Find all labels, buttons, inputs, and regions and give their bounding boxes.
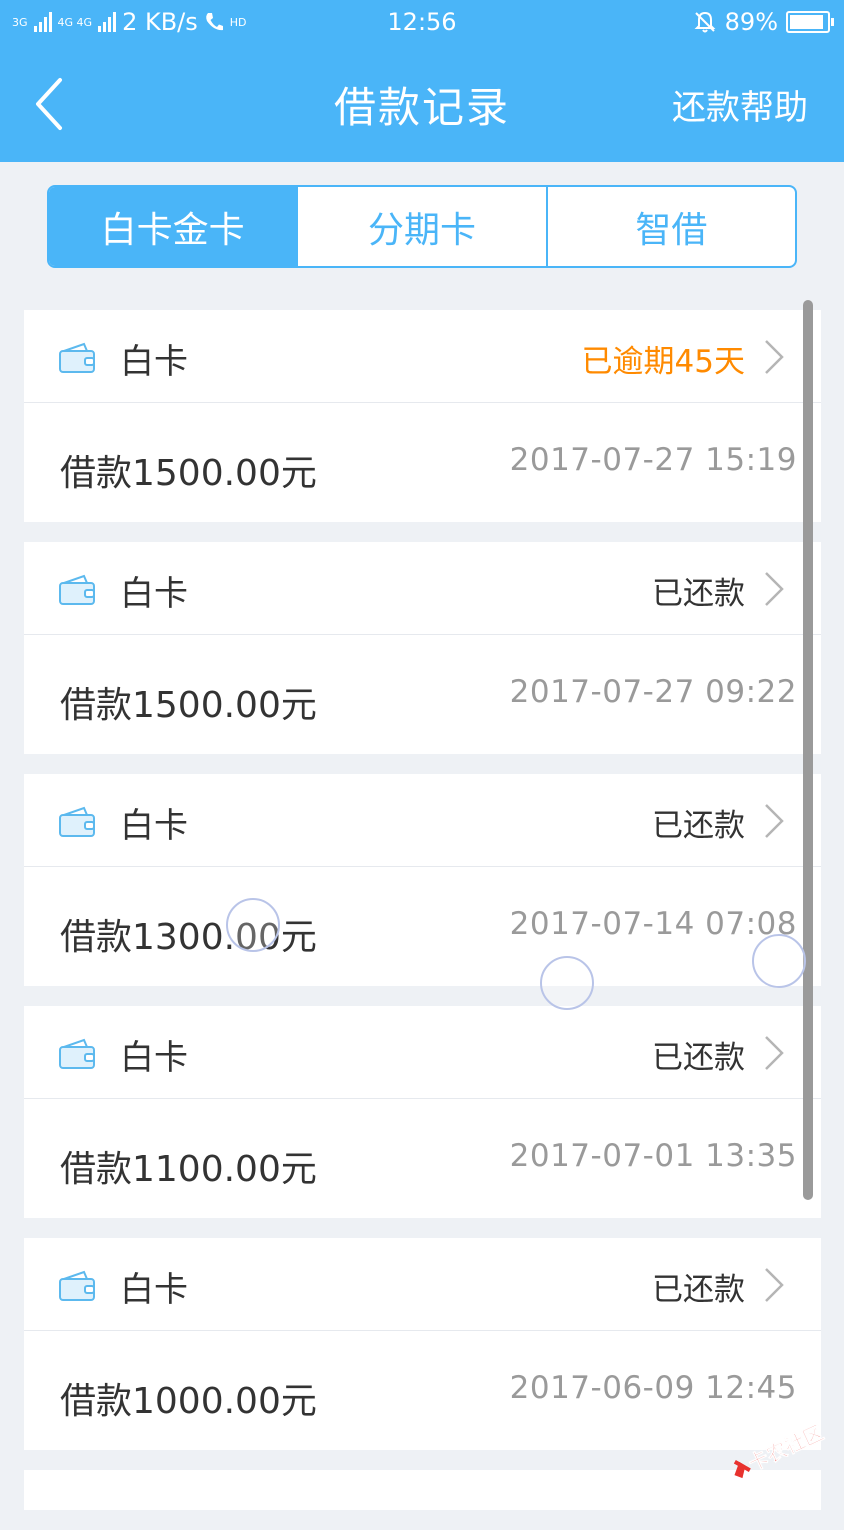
bell-off-icon [694,11,716,33]
loan-record-header: 白卡 已还款 [24,1006,821,1099]
loan-date: 2017-06-09 12:45 [509,1370,797,1406]
status-overdue: 已逾期45天 [581,344,745,380]
chevron-right-icon [765,572,784,606]
wallet-icon [59,574,95,605]
chevron-right-icon [765,1268,784,1302]
loan-date: 2017-07-27 15:19 [509,442,797,478]
card-type-label: 白卡 [120,806,188,846]
loan-record-header: 白卡 已逾期45天 [24,310,821,403]
loan-record-card[interactable]: 白卡 已逾期45天 借款1500.00元 2017-07-27 15:19 [24,310,821,522]
status-repaid: 已还款 [652,808,745,844]
status-right: 89% [693,8,834,36]
card-type-label: 白卡 [120,574,188,614]
status-repaid: 已还款 [652,1272,745,1308]
repayment-help-button[interactable]: 还款帮助 [672,80,808,129]
chevron-right-icon [765,804,784,838]
wallet-icon [59,342,95,373]
card-type-label: 白卡 [120,1038,188,1078]
status-repaid: 已还款 [652,576,745,612]
touch-ripple [226,898,280,952]
status-repaid: 已还款 [652,1040,745,1076]
battery-icon [786,11,834,33]
touch-ripple [752,934,806,988]
loan-amount: 借款1100.00元 [60,1149,317,1190]
loan-record-card[interactable]: 白卡 已还款 借款1100.00元 2017-07-01 13:35 [24,1006,821,1218]
card-type-tabs: 白卡金卡 分期卡 智借 [47,185,797,268]
status-bar: 3G 4G 4G 2 KB/s HD 12:56 89% [0,0,844,44]
loan-amount: 借款1500.00元 [60,685,317,726]
battery-percent: 89% [724,8,778,36]
card-type-label: 白卡 [120,342,188,382]
loan-record-header: 白卡 已还款 [24,542,821,635]
wallet-icon [59,1270,95,1301]
tab-white-gold-card[interactable]: 白卡金卡 [49,187,297,266]
touch-ripple [540,956,594,1010]
loan-record-card[interactable]: 白卡 已还款 借款1300.00元 2017-07-14 07:08 [24,774,821,986]
wallet-icon [59,806,95,837]
loan-record-list: 白卡 已逾期45天 借款1500.00元 2017-07-27 15:19 白卡… [24,310,821,1530]
tab-smart-loan[interactable]: 智借 [545,187,795,266]
card-type-label: 白卡 [120,1270,188,1310]
loan-record-card[interactable]: 白卡 已还款 借款1000.00元 2017-06-09 12:45 [24,1238,821,1450]
wallet-icon [59,1038,95,1069]
header: 3G 4G 4G 2 KB/s HD 12:56 89% 借款记录 还款帮助 [0,0,844,162]
loan-date: 2017-07-27 09:22 [509,674,797,710]
loan-amount: 借款1500.00元 [60,453,317,494]
loan-record-header: 白卡 已还款 [24,774,821,867]
chevron-right-icon [765,1036,784,1070]
watermark-text: 卡农社区 [744,1420,827,1476]
loan-record-header: 白卡 已还款 [24,1238,821,1331]
tab-installment-card[interactable]: 分期卡 [296,187,545,266]
scrollbar[interactable] [803,300,813,1200]
loan-record-card-partial[interactable] [24,1470,821,1510]
loan-date: 2017-07-01 13:35 [509,1138,797,1174]
nav-bar: 借款记录 还款帮助 [0,44,844,162]
chevron-right-icon [765,340,784,374]
loan-record-card[interactable]: 白卡 已还款 借款1500.00元 2017-07-27 09:22 [24,542,821,754]
loan-date: 2017-07-14 07:08 [509,906,797,942]
watermark-logo: 卡农社区 [733,1420,827,1479]
loan-amount: 借款1000.00元 [60,1381,317,1422]
